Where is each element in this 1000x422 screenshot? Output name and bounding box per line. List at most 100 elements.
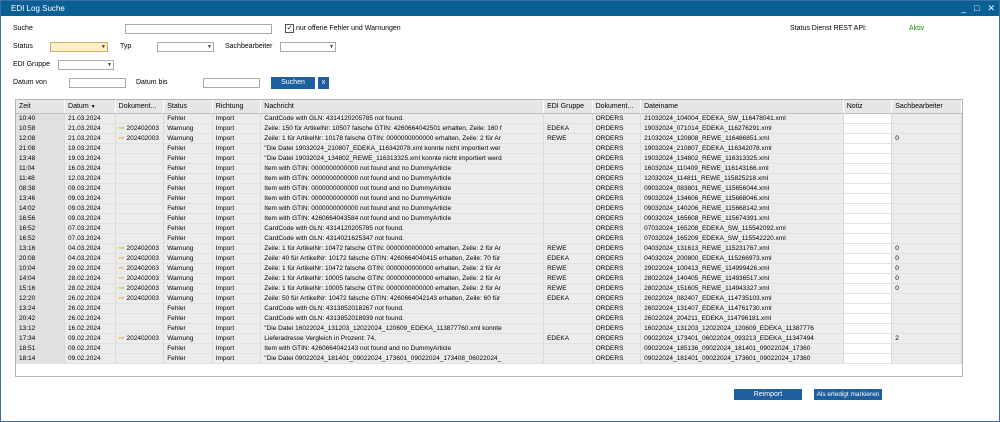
cell-notiz (843, 223, 893, 234)
table-row[interactable]: 10:04 29.02.2024 ⇨ 202402003 Warnung Import Z… (16, 263, 962, 274)
col-header-notiz[interactable]: Notiz (843, 100, 893, 114)
chevron-down-icon: ▼ (101, 44, 106, 50)
cell-notiz (843, 193, 893, 204)
cell-nachricht: Item with GTIN: 0000000000000 not found … (260, 183, 545, 194)
title-bar: EDI Log Suche _ □ ✕ (1, 1, 999, 16)
cell-datum: 28.02.2024 (64, 273, 116, 284)
table-row[interactable]: 10:40 21.03.2024 Fehler Import CardCode with… (16, 113, 962, 124)
cell-sachbearbeiter (891, 113, 962, 124)
table-row[interactable]: 13:12 16.02.2024 Fehler Import "Die Datei 16… (16, 323, 962, 334)
table-row[interactable]: 16:52 07.03.2024 Fehler Import CardCode with… (16, 223, 962, 234)
table-row[interactable]: 13:24 26.02.2024 Fehler Import CardCode with… (16, 303, 962, 314)
clear-button[interactable]: x (318, 77, 329, 89)
col-header-edi-gruppe[interactable]: EDI Gruppe (543, 100, 593, 114)
cell-nachricht: CardCode with GLN: 4313852018267 not fou… (260, 303, 545, 314)
cell-dokumenttyp: ORDERS (592, 273, 642, 284)
cell-richtung: Import (212, 183, 262, 194)
status-select[interactable]: ▼ (50, 42, 108, 52)
table-row[interactable]: 11:48 12.03.2024 Fehler Import Item with GTI… (16, 173, 962, 184)
cell-sachbearbeiter (891, 163, 962, 174)
table-row[interactable]: 17:34 09.02.2024 ⇨ 202402003 Warnung Import L… (16, 333, 962, 344)
col-header-sachbearbeiter[interactable]: Sachbearbeiter (891, 100, 962, 114)
cell-status: Fehler (163, 183, 213, 194)
cell-notiz (843, 233, 893, 244)
col-header-nachricht[interactable]: Nachricht (260, 100, 545, 114)
cell-dokument: ⇨ 202402003 (115, 133, 165, 144)
datum-bis-input[interactable] (203, 78, 260, 88)
cell-dateiname: 29022024_100413_REWE_114999426.xml (640, 263, 844, 274)
table-row[interactable]: 15:16 28.02.2024 ⇨ 202402003 Warnung Import Z… (16, 283, 962, 294)
cell-sachbearbeiter (891, 153, 962, 164)
table-row[interactable]: 20:08 04.03.2024 ⇨ 202402003 Warnung Import Z… (16, 253, 962, 264)
maximize-icon[interactable]: □ (974, 2, 979, 14)
datum-von-input[interactable] (69, 78, 126, 88)
mark-done-button[interactable]: Als erledigt markieren (814, 389, 882, 400)
cell-dokument: ⇨ 202402003 (115, 243, 165, 254)
cell-nachricht: CardCode with GLN: 4313852018939 not fou… (260, 313, 545, 324)
table-row[interactable]: 14:02 09.03.2024 Fehler Import Item with GTI… (16, 203, 962, 214)
cell-status: Warnung (163, 123, 213, 134)
cell-richtung: Import (212, 253, 262, 264)
sachbearbeiter-select[interactable]: ▼ (280, 42, 336, 52)
cell-notiz (843, 143, 893, 154)
table-row[interactable]: 10:58 21.03.2024 ⇨ 202402003 Warnung Import Z… (16, 123, 962, 134)
cell-nachricht: Zeile: 40 für ArtikelNr: 10172 falsche G… (260, 253, 545, 264)
table-row[interactable]: 20:42 26.02.2024 Fehler Import CardCode with… (16, 313, 962, 324)
cell-dokument: ⇨ 202402003 (115, 263, 165, 274)
table-row[interactable]: 13:16 04.03.2024 ⇨ 202402003 Warnung Import Z… (16, 243, 962, 254)
cell-notiz (843, 113, 893, 124)
cell-datum: 19.03.2024 (64, 153, 116, 164)
close-icon[interactable]: ✕ (987, 2, 995, 14)
cell-dokumenttyp: ORDERS (592, 343, 642, 354)
table-row[interactable]: 13:48 19.03.2024 Fehler Import "Die Datei 19… (16, 153, 962, 164)
sachbearbeiter-label: Sachbearbeiter (225, 43, 273, 50)
table-row[interactable]: 16:56 09.03.2024 Fehler Import Item with GTI… (16, 213, 962, 224)
cell-datum: 26.02.2024 (64, 293, 116, 304)
cell-dokumenttyp: ORDERS (592, 173, 642, 184)
cell-zeit: 18:14 (16, 353, 66, 364)
search-button[interactable]: Suchen (271, 77, 315, 89)
cell-datum: 09.02.2024 (64, 343, 116, 354)
table-row[interactable]: 16:52 07.03.2024 Fehler Import CardCode with… (16, 233, 962, 244)
table-row[interactable]: 12:08 21.03.2024 ⇨ 202402003 Warnung Import Z… (16, 133, 962, 144)
cell-status: Warnung (163, 273, 213, 284)
table-row[interactable]: 12:20 26.02.2024 ⇨ 202402003 Warnung Import Z… (16, 293, 962, 304)
table-row[interactable]: 11:04 16.03.2024 Fehler Import Item with GTI… (16, 163, 962, 174)
cell-dokument: ⇨ 202402003 (115, 333, 165, 344)
cell-nachricht: Item with GTIN: 0000000000000 not found … (260, 203, 545, 214)
rest-api-label: Status Dienst REST API: (790, 25, 867, 32)
table-row[interactable]: 18:51 09.02.2024 Fehler Import Item with GTI… (16, 343, 962, 354)
cell-status: Warnung (163, 263, 213, 274)
cell-dokumenttyp: ORDERS (592, 153, 642, 164)
col-header-dokument[interactable]: Dokument... (115, 100, 165, 114)
col-header-zeit[interactable]: Zeit (16, 100, 66, 114)
open-errors-checkbox[interactable]: ✓ (285, 24, 294, 33)
cell-dokument (115, 303, 165, 314)
col-header-richtung[interactable]: Richtung (212, 100, 262, 114)
edi-gruppe-select[interactable]: ▼ (58, 60, 114, 70)
cell-dokument (115, 193, 165, 204)
cell-edi-gruppe (543, 153, 593, 164)
cell-dokumenttyp: ORDERS (592, 313, 642, 324)
cell-dokument: ⇨ 202402003 (115, 293, 165, 304)
col-header-datum[interactable]: Datum ▼ (64, 100, 116, 114)
table-row[interactable]: 21:08 19.03.2024 Fehler Import "Die Datei 19… (16, 143, 962, 154)
search-input[interactable] (125, 24, 272, 34)
reimport-button[interactable]: Reimport (734, 389, 802, 400)
cell-edi-gruppe (543, 203, 593, 214)
minimize-icon[interactable]: _ (961, 2, 966, 14)
cell-datum: 26.02.2024 (64, 313, 116, 324)
cell-richtung: Import (212, 233, 262, 244)
table-row[interactable]: 08:38 09.03.2024 Fehler Import Item with GTI… (16, 183, 962, 194)
col-header-dokumenttyp[interactable]: Dokument... (592, 100, 642, 114)
table-row[interactable]: 14:04 28.02.2024 ⇨ 202402003 Warnung Import Z… (16, 273, 962, 284)
table-row[interactable]: 13:46 09.03.2024 Fehler Import Item with GTI… (16, 193, 962, 204)
cell-status: Warnung (163, 243, 213, 254)
table-row[interactable]: 18:14 09.02.2024 Fehler Import "Die Datei 09… (16, 353, 962, 364)
cell-edi-gruppe: EDEKA (543, 123, 593, 134)
col-header-status[interactable]: Status (163, 100, 213, 114)
col-header-dateiname[interactable]: Dateiname (640, 100, 844, 114)
cell-sachbearbeiter (891, 303, 962, 314)
cell-datum: 09.03.2024 (64, 213, 116, 224)
typ-select[interactable]: ▼ (157, 42, 214, 52)
